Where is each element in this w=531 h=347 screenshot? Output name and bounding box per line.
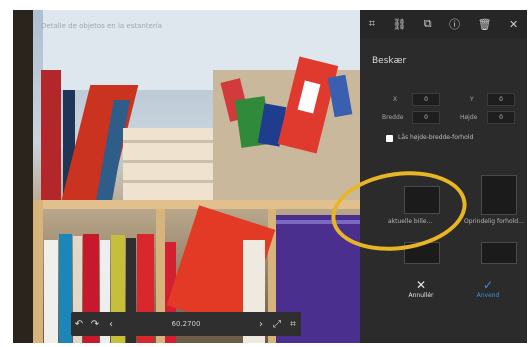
image-editor: Detalle de objetos en la estantería ↶ ↷ …	[13, 10, 527, 343]
width-label: Bredde	[382, 114, 404, 121]
panel-toolbar: ⌗ ⛓ ⧉ ⓘ 🗑 ✕	[360, 10, 527, 38]
close-icon[interactable]: ✕	[509, 18, 518, 31]
shelf-side	[33, 200, 43, 343]
zoom-label: 60.2700	[171, 320, 201, 328]
crop-icon[interactable]: ⌗	[285, 319, 301, 330]
check-icon: ✓	[482, 278, 494, 292]
x-field[interactable]: 0	[412, 93, 440, 106]
cancel-button[interactable]: ✕ Annullér	[396, 278, 446, 299]
book	[44, 240, 58, 343]
keep-ratio-label: Lås højde-bredde-forhold	[398, 134, 474, 141]
cancel-label: Annullér	[408, 292, 434, 299]
book-edge	[123, 140, 213, 143]
width-field[interactable]: 0	[412, 111, 440, 124]
panel-title: Beskær	[372, 56, 407, 66]
y-field[interactable]: 0	[487, 93, 515, 106]
preset-option[interactable]	[481, 242, 517, 264]
photo-caption: Detalle de objetos en la estantería	[41, 22, 163, 30]
photo-canvas[interactable]: Detalle de objetos en la estantería ↶ ↷ …	[13, 10, 360, 343]
copy-icon[interactable]: ⧉	[424, 17, 432, 31]
apply-label: Anvend	[476, 292, 500, 299]
info-icon[interactable]: ⓘ	[449, 16, 460, 32]
preset-label: Oprindelig forhold…	[464, 218, 525, 225]
prev-icon[interactable]: ‹	[103, 319, 119, 330]
image-toolbar: ↶ ↷ ‹ 60.2700 › ⤢ ⌗	[71, 312, 301, 336]
shelf-side	[13, 10, 33, 343]
next-icon[interactable]: ›	[253, 319, 269, 330]
x-label: X	[393, 96, 398, 103]
close-icon: ✕	[415, 278, 427, 292]
book	[41, 70, 61, 200]
book-edge	[123, 160, 213, 163]
y-label: Y	[470, 96, 474, 103]
stacked-books	[123, 128, 213, 200]
undo-icon[interactable]: ↶	[71, 319, 87, 330]
book-edge	[123, 180, 213, 183]
apply-button[interactable]: ✓ Anvend	[460, 278, 516, 299]
crop-icon[interactable]: ⌗	[369, 17, 375, 31]
redo-icon[interactable]: ↷	[87, 319, 103, 330]
height-field[interactable]: 0	[487, 111, 515, 124]
link-icon[interactable]: ⛓	[392, 18, 406, 31]
shelf-board	[33, 200, 360, 209]
fit-icon[interactable]: ⤢	[269, 319, 285, 330]
trash-icon[interactable]: 🗑	[478, 18, 492, 31]
preset-original-ratio[interactable]	[481, 175, 517, 215]
keep-ratio-checkbox[interactable]	[386, 135, 393, 142]
height-label: Højde	[460, 114, 478, 121]
